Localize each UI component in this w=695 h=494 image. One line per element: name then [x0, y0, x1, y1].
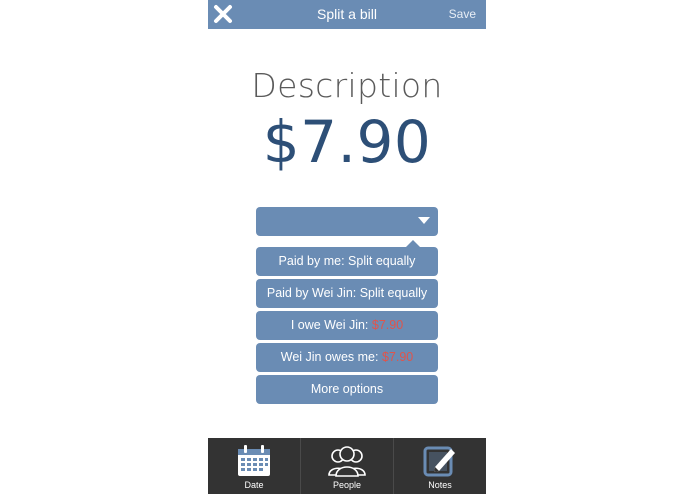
bottom-tab-bar: Date People Notes	[208, 438, 486, 494]
save-button[interactable]: Save	[449, 7, 476, 21]
calendar-icon	[237, 445, 271, 481]
option-more-options[interactable]: More options	[256, 375, 438, 404]
tab-date[interactable]: Date	[208, 438, 301, 494]
top-bar: Split a bill Save	[208, 0, 486, 29]
popover-pointer	[406, 240, 420, 247]
option-amount: $7.90	[371, 318, 404, 332]
split-type-dropdown[interactable]	[256, 207, 438, 236]
tab-notes[interactable]: Notes	[394, 438, 486, 494]
tab-label: Notes	[428, 480, 452, 490]
chevron-down-icon	[418, 217, 430, 224]
option-label: I owe Wei Jin:	[290, 318, 372, 332]
option-label: Wei Jin owes me:	[280, 350, 382, 364]
option-i-owe-wei-jin[interactable]: I owe Wei Jin: $7.90	[256, 311, 438, 340]
option-amount: $7.90	[381, 350, 414, 364]
option-paid-by-me-split-equally[interactable]: Paid by me: Split equally	[256, 247, 438, 276]
option-paid-by-wei-jin-split-equally[interactable]: Paid by Wei Jin: Split equally	[256, 279, 438, 308]
option-label: More options	[310, 382, 384, 396]
notes-icon	[423, 445, 457, 481]
option-wei-jin-owes-me[interactable]: Wei Jin owes me: $7.90	[256, 343, 438, 372]
bill-description[interactable]: Description	[208, 66, 486, 105]
option-label: Paid by me: Split equally	[278, 254, 416, 268]
option-label: Paid by Wei Jin: Split equally	[266, 286, 428, 300]
people-icon	[327, 445, 367, 481]
tab-people[interactable]: People	[301, 438, 394, 494]
app-screen: Split a bill Save Description $7.90 Paid…	[208, 0, 486, 494]
bill-amount[interactable]: $7.90	[208, 108, 486, 176]
tab-label: Date	[244, 480, 264, 490]
page-title: Split a bill	[317, 6, 377, 22]
tab-label: People	[332, 480, 362, 490]
